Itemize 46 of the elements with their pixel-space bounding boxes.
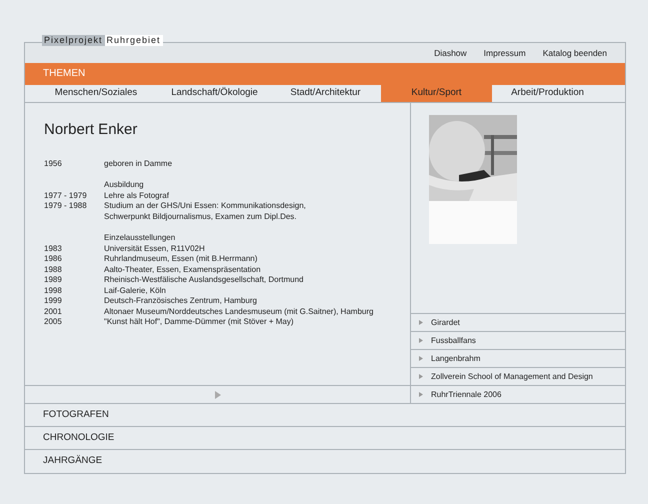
bio-entry: Studium an der GHS/Uni Essen: Kommunikationsdesign, [104, 201, 306, 212]
year-text: 1979 - 1988 [44, 201, 88, 212]
year-text: 1986 [44, 254, 63, 265]
project-link[interactable]: RuhrTriennale 2006 [411, 385, 625, 404]
top-nav-link[interactable]: Impressum [484, 46, 526, 60]
bullet-icon [419, 320, 423, 326]
section-heading: Ausbildung [104, 180, 144, 190]
bio-entry: Ruhrlandmuseum, Essen (mit B.Herrmann) [104, 254, 258, 265]
year-text: 1983 [44, 244, 63, 254]
project-link[interactable]: Zollverein School of Management and Design [411, 367, 625, 386]
year-text: 2005 [44, 317, 63, 328]
logo: Pixelprojekt Ruhrgebiet [42, 35, 163, 46]
bio-entry: geboren in Damme [104, 158, 172, 170]
project-link[interactable]: Langenbrahm [411, 349, 625, 368]
section-heading: Einzelausstellungen [104, 233, 176, 242]
section-row[interactable]: JAHRGÄNGE [25, 450, 625, 473]
person-name: Norbert Enker [44, 120, 138, 139]
bio-entry: Universität Essen, R11V02H [104, 244, 205, 254]
section-row[interactable]: FOTOGRAFEN [25, 404, 625, 428]
year-text: 1988 [44, 264, 63, 276]
project-link[interactable]: Fussballfans [411, 331, 625, 350]
bullet-icon [419, 374, 423, 380]
bio-entry: Laif-Galerie, Köln [104, 286, 166, 296]
year-text: 1998 [44, 286, 63, 296]
year-text: 1989 [44, 275, 63, 286]
bio-entry: Lehre als Fotograf [104, 190, 169, 202]
project-link[interactable]: Girardet [411, 313, 625, 332]
bio-entry: Rheinisch-Westfälische Auslandsgesellschaft, Dortmund [104, 275, 304, 286]
play-icon [214, 390, 220, 399]
category-tab[interactable]: Kultur/Sport [381, 84, 492, 102]
bio-entry: Schwerpunkt Bildjournalismus, Examen zum Dipl.Des. [104, 212, 298, 222]
bio-entry: "Kunst hält Hof", Damme-Dümmer (mit Stöver + May) [104, 317, 294, 328]
bio-entry: Altonaer Museum/Norddeutsches Landesmuseum (mit G.Saitner), Hamburg [104, 306, 374, 318]
year-text: 1956 [44, 158, 63, 170]
section-row[interactable]: CHRONOLOGIE [25, 427, 625, 450]
bullet-icon [419, 356, 423, 362]
bio-entry: Aalto-Theater, Essen, Examenspräsentation [104, 264, 261, 276]
year-text: 2001 [44, 306, 63, 318]
top-nav-link[interactable]: Katalog beenden [542, 46, 607, 60]
top-nav-link[interactable]: Diashow [434, 46, 467, 60]
year-text: 1977 - 1979 [44, 190, 88, 202]
themes-title: THEMEN [43, 67, 86, 82]
bio-entry: Deutsch-Französisches Zentrum, Hamburg [104, 296, 257, 307]
bullet-icon [419, 392, 423, 398]
bullet-icon [419, 338, 423, 344]
year-text: 1999 [44, 296, 63, 307]
